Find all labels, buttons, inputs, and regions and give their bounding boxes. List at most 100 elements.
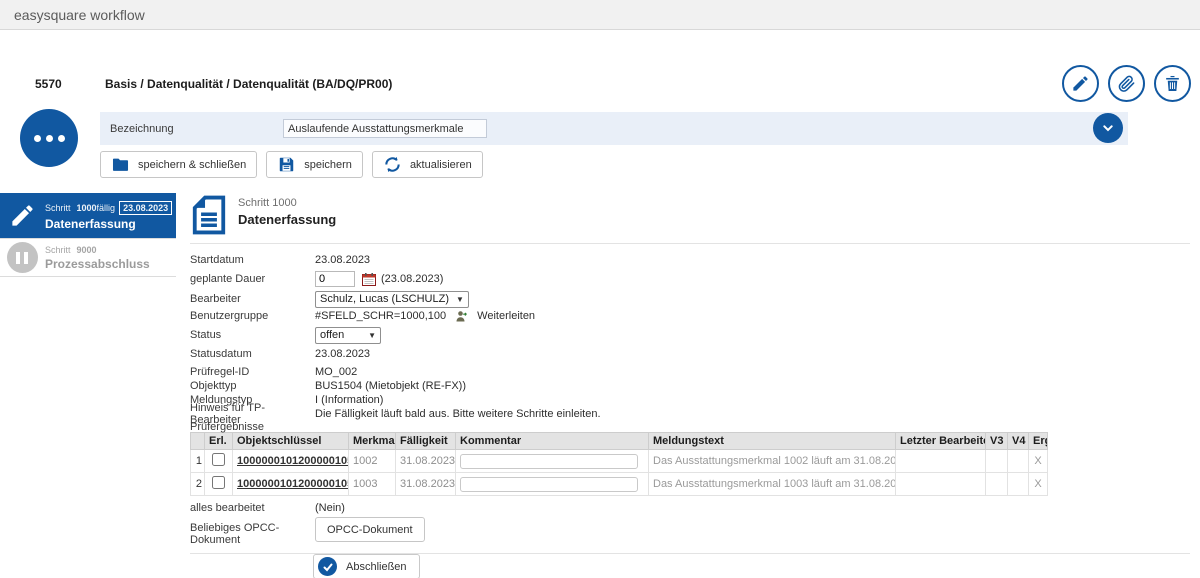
forward-user-icon[interactable] [455,310,468,323]
abschliessen-label: Abschließen [346,561,407,573]
folder-icon [111,155,130,174]
select-arrow-icon: ▼ [368,331,376,340]
meldungstyp-row: Meldungstyp I (Information) [190,393,1190,407]
erledigt-checkbox[interactable] [212,476,225,489]
alles-bearbeitet-label: alles bearbeitet [190,502,315,514]
objektschluessel-link[interactable]: 10000001012000001053 [237,455,349,467]
attachment-button[interactable] [1108,65,1145,102]
letzter-bearbeiter-cell [896,450,986,473]
statusdatum-row: Statusdatum 23.08.2023 [190,346,1190,362]
refresh-button[interactable]: aktualisieren [372,151,483,178]
save-label: speichern [304,159,352,171]
save-close-button[interactable]: speichern & schließen [100,151,257,178]
meldungstyp-value: I (Information) [315,394,383,406]
sidebar-step-datenerfassung[interactable]: Schritt 1000 fällig 23.08.2023 Datenerfa… [0,193,176,239]
trash-icon [1163,74,1182,93]
merkmal-cell: 1003 [349,473,396,496]
erg-cell: X [1029,450,1048,473]
pause-icon [7,242,38,273]
sidebar-step-prozessabschluss[interactable]: Schritt 9000 Prozessabschluss [0,239,176,277]
pruefregel-label: Prüfregel-ID [190,366,315,378]
edit-button[interactable] [1062,65,1099,102]
step-header-number: Schritt 1000 [238,197,336,209]
col-faelligkeit: Fälligkeit [396,433,456,450]
benutzergruppe-label: Benutzergruppe [190,310,315,322]
opcc-dokument-button[interactable]: OPCC-Dokument [315,517,425,542]
pruefergebnisse-label: Prüfergebnisse [190,421,315,433]
check-icon [318,557,337,576]
objektschluessel-link[interactable]: 10000001012000001053 [237,478,349,490]
more-menu-button[interactable] [20,109,78,167]
v3-cell [986,473,1008,496]
col-erl: Erl. [205,433,233,450]
weiterleiten-link[interactable]: Weiterleiten [477,310,535,322]
step-form: Startdatum 23.08.2023 geplante Dauer (23… [190,252,1190,432]
chevron-down-icon [1100,120,1116,136]
geplante-dauer-input[interactable] [315,271,355,287]
easysquare-workflow-window: easysquare workflow 5570 Basis / Datenqu… [0,0,1200,578]
opcc-row: Beliebiges OPCC-Dokument OPCC-Dokument [190,517,1190,546]
startdatum-value: 23.08.2023 [315,254,370,266]
save-button[interactable]: speichern [266,151,363,178]
bezeichnung-band: Bezeichnung [100,112,1128,145]
geplante-dauer-label: geplante Dauer [190,273,315,285]
step-schritt-label: Schritt [45,245,71,255]
due-date-badge: 23.08.2023 [119,201,172,215]
select-arrow-icon: ▼ [456,295,464,304]
faelligkeit-cell: 31.08.2023 [396,450,456,473]
pen-icon [5,202,39,229]
pruefergebnisse-table: Erl. Objektschlüssel Merkmal Fälligkeit … [190,432,1048,496]
col-letzter-bearbeiter: Letzter Bearbeiter [896,433,986,450]
alles-bearbeitet-row: alles bearbeitet (Nein) [190,501,1190,515]
v4-cell [1008,473,1029,496]
process-number: 5570 [35,77,62,91]
step-number: 1000 [77,203,97,213]
workflow-steps-sidebar: Schritt 1000 fällig 23.08.2023 Datenerfa… [0,193,176,277]
col-erg: Erg [1029,433,1048,450]
table-header-row: Erl. Objektschlüssel Merkmal Fälligkeit … [191,433,1048,450]
abschliessen-button[interactable]: Abschließen [313,554,420,578]
col-objektschluessel: Objektschlüssel [233,433,349,450]
step-header: Schritt 1000 Datenerfassung [190,193,1190,237]
action-buttons: speichern & schließen speichern aktualis… [100,151,483,178]
app-header: easysquare workflow [0,0,1200,30]
header-actions [1062,65,1191,102]
bezeichnung-input[interactable] [283,119,487,138]
header-divider [190,243,1190,244]
geplante-dauer-row: geplante Dauer (23.08.2023) [190,268,1190,290]
status-select[interactable]: offen ▼ [315,327,381,344]
bearbeiter-selected-value: Schulz, Lucas (LSCHULZ) [320,293,449,305]
v4-cell [1008,450,1029,473]
ellipsis-icon [34,135,41,142]
pruefregel-row: Prüfregel-ID MO_002 [190,365,1190,379]
bearbeiter-select[interactable]: Schulz, Lucas (LSCHULZ) ▼ [315,291,469,308]
breadcrumb: Basis / Datenqualität / Datenqualität (B… [105,77,392,91]
v3-cell [986,450,1008,473]
col-v4: V4 [1008,433,1029,450]
calendar-icon[interactable] [362,273,376,286]
step-name: Prozessabschluss [45,257,171,271]
merkmal-cell: 1002 [349,450,396,473]
status-selected-value: offen [320,329,344,341]
pruefergebnisse-row: Prüfergebnisse [190,421,1190,432]
objekttyp-label: Objekttyp [190,380,315,392]
hinweis-value: Die Fälligkeit läuft bald aus. Bitte wei… [315,408,601,420]
table-row: 1 10000001012000001053 1002 31.08.2023 D… [191,450,1048,473]
bearbeiter-row: Bearbeiter Schulz, Lucas (LSCHULZ) ▼ [190,290,1190,308]
kommentar-input[interactable] [460,454,638,469]
benutzergruppe-row: Benutzergruppe #SFELD_SCHR=1000,100 Weit… [190,308,1190,324]
collapse-panel-button[interactable] [1093,113,1123,143]
meldungstext-cell: Das Ausstattungsmerkmal 1002 läuft am 31… [649,450,896,473]
bezeichnung-label: Bezeichnung [110,123,283,135]
letzter-bearbeiter-cell [896,473,986,496]
faelligkeit-cell: 31.08.2023 [396,473,456,496]
save-close-label: speichern & schließen [138,159,246,171]
row-number: 1 [191,450,205,473]
erledigt-checkbox[interactable] [212,453,225,466]
kommentar-input[interactable] [460,477,638,492]
startdatum-row: Startdatum 23.08.2023 [190,252,1190,268]
geplante-dauer-date: (23.08.2023) [381,273,443,285]
document-icon [190,193,228,237]
delete-button[interactable] [1154,65,1191,102]
objekttyp-value: BUS1504 (Mietobjekt (RE-FX)) [315,380,466,392]
